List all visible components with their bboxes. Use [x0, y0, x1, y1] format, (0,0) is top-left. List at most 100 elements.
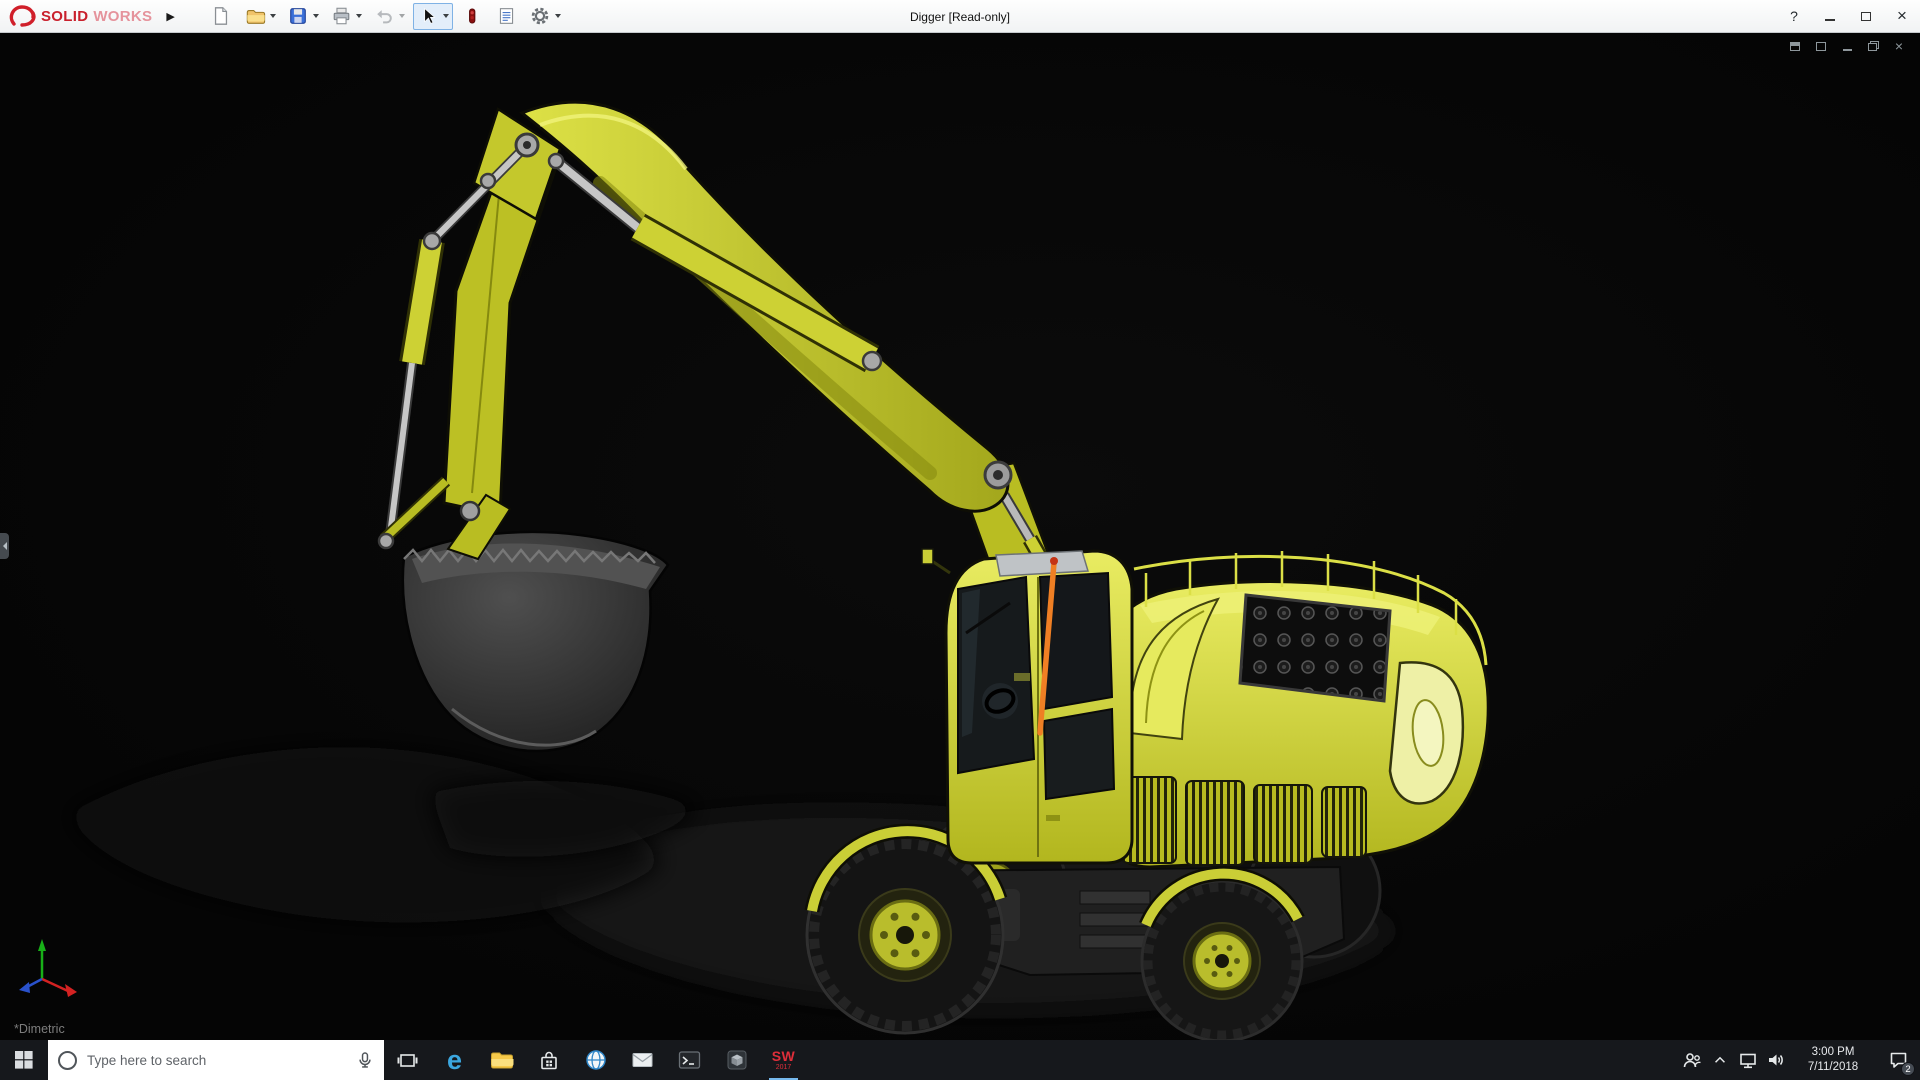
- print-button[interactable]: [327, 4, 365, 29]
- undo-icon: [373, 5, 396, 28]
- search-input[interactable]: [85, 1052, 348, 1069]
- store-app-button[interactable]: [525, 1040, 572, 1080]
- dark-app-button[interactable]: [713, 1040, 760, 1080]
- command-prompt-button[interactable]: [666, 1040, 713, 1080]
- solidworks-logo: SOLID WORKS: [0, 4, 152, 28]
- mirror: [922, 549, 933, 564]
- open-folder-icon: [244, 5, 267, 28]
- solidworks-icon-letters: SW: [772, 1049, 796, 1063]
- options-button[interactable]: [526, 4, 564, 29]
- network-icon: [1738, 1050, 1758, 1070]
- network-button[interactable]: [1734, 1040, 1762, 1080]
- solidworks-app-icon: SW 2017: [772, 1049, 796, 1071]
- save-dropdown-chevron[interactable]: [313, 14, 319, 18]
- brand-solid-text: SOLID: [41, 8, 88, 25]
- orientation-label: *Dimetric: [14, 1022, 65, 1036]
- rebuild-icon: [461, 5, 484, 28]
- open-dropdown-chevron[interactable]: [270, 14, 276, 18]
- document-window-controls: ×: [1788, 39, 1906, 53]
- start-button[interactable]: [0, 1040, 48, 1080]
- graphics-viewport[interactable]: × *Dimetric: [0, 33, 1920, 1040]
- maximize-icon: [1861, 12, 1871, 21]
- print-icon: [330, 5, 353, 28]
- help-button[interactable]: ?: [1776, 0, 1812, 32]
- options-dropdown-chevron[interactable]: [555, 14, 561, 18]
- window-controls: ? ×: [1776, 0, 1920, 32]
- task-view-icon: [397, 1051, 418, 1070]
- globe-app-icon: [585, 1049, 607, 1071]
- save-button[interactable]: [284, 4, 322, 29]
- edge-app-button[interactable]: e: [431, 1040, 478, 1080]
- save-floppy-icon: [287, 5, 310, 28]
- quick-access-toolbar: [207, 3, 569, 30]
- door-window: [1044, 709, 1114, 799]
- open-button[interactable]: [241, 4, 279, 29]
- task-view-button[interactable]: [384, 1040, 431, 1080]
- titlebar: SOLID WORKS ▶: [0, 0, 1920, 33]
- mail-app-button[interactable]: [619, 1040, 666, 1080]
- taskbar-search[interactable]: [48, 1040, 384, 1080]
- select-cursor-icon: [417, 5, 440, 28]
- flyout-arrow-icon: [3, 542, 7, 550]
- taskbar: e: [0, 1040, 1920, 1080]
- door-handle: [1046, 815, 1060, 821]
- file-explorer-icon: [490, 1050, 514, 1070]
- hidden-icons-button[interactable]: [1706, 1040, 1734, 1080]
- chevron-up-icon: [1712, 1052, 1728, 1068]
- solidworks-icon-year: 2017: [776, 1064, 792, 1071]
- action-center-button[interactable]: 2: [1876, 1040, 1920, 1080]
- brand-works-text: WORKS: [93, 8, 152, 25]
- new-window-button[interactable]: [1788, 39, 1802, 53]
- bucket[interactable]: [403, 495, 668, 751]
- file-properties-icon: [495, 5, 518, 28]
- cube-app-icon: [726, 1049, 748, 1071]
- microphone-icon[interactable]: [356, 1050, 374, 1070]
- rebuild-button[interactable]: [458, 4, 487, 29]
- close-button[interactable]: ×: [1884, 0, 1920, 32]
- cab[interactable]: [922, 549, 1132, 863]
- new-window-icon: [1790, 42, 1800, 51]
- maximize-button[interactable]: [1848, 0, 1884, 32]
- gear-icon: [529, 5, 552, 28]
- roof-panel: [996, 551, 1088, 576]
- doc-minimize-icon: [1843, 49, 1852, 51]
- volume-button[interactable]: [1762, 1040, 1790, 1080]
- panel-flyout-tab[interactable]: [0, 533, 9, 559]
- cortana-icon: [58, 1051, 77, 1070]
- menu-expand-arrow[interactable]: ▶: [162, 8, 178, 25]
- orientation-triad: [19, 939, 77, 997]
- clock-time: 3:00 PM: [1812, 1045, 1855, 1060]
- people-icon: [1682, 1050, 1702, 1070]
- file-properties-button[interactable]: [492, 4, 521, 29]
- minimize-icon: [1825, 19, 1835, 21]
- command-prompt-icon: [678, 1050, 701, 1070]
- select-button[interactable]: [413, 3, 453, 30]
- notification-badge: 2: [1901, 1062, 1915, 1076]
- undo-button[interactable]: [370, 4, 408, 29]
- system-tray: 3:00 PM 7/11/2018 2: [1678, 1040, 1920, 1080]
- file-explorer-button[interactable]: [478, 1040, 525, 1080]
- doc-minimize-button[interactable]: [1840, 39, 1854, 53]
- edge-icon: e: [447, 1047, 462, 1074]
- undo-dropdown-chevron[interactable]: [399, 14, 405, 18]
- doc-restore-button[interactable]: [1866, 39, 1880, 53]
- windows-logo-icon: [15, 1051, 33, 1069]
- taskbar-clock[interactable]: 3:00 PM 7/11/2018: [1790, 1040, 1876, 1080]
- people-button[interactable]: [1678, 1040, 1706, 1080]
- doc-restore-icon: [1868, 41, 1879, 51]
- new-document-button[interactable]: [207, 4, 236, 29]
- split-window-button[interactable]: [1814, 39, 1828, 53]
- select-dropdown-chevron[interactable]: [443, 14, 449, 18]
- engine-grille: [1122, 777, 1366, 865]
- minimize-button[interactable]: [1812, 0, 1848, 32]
- print-dropdown-chevron[interactable]: [356, 14, 362, 18]
- intake-panel: [1240, 595, 1390, 701]
- solidworks-app-button[interactable]: SW 2017: [760, 1040, 807, 1080]
- globe-app-button[interactable]: [572, 1040, 619, 1080]
- mail-icon: [631, 1051, 654, 1069]
- new-document-icon: [210, 5, 233, 28]
- store-bag-icon: [538, 1050, 560, 1071]
- excavator-model[interactable]: [0, 33, 1920, 1040]
- split-window-icon: [1816, 42, 1826, 51]
- doc-close-button[interactable]: ×: [1892, 39, 1906, 53]
